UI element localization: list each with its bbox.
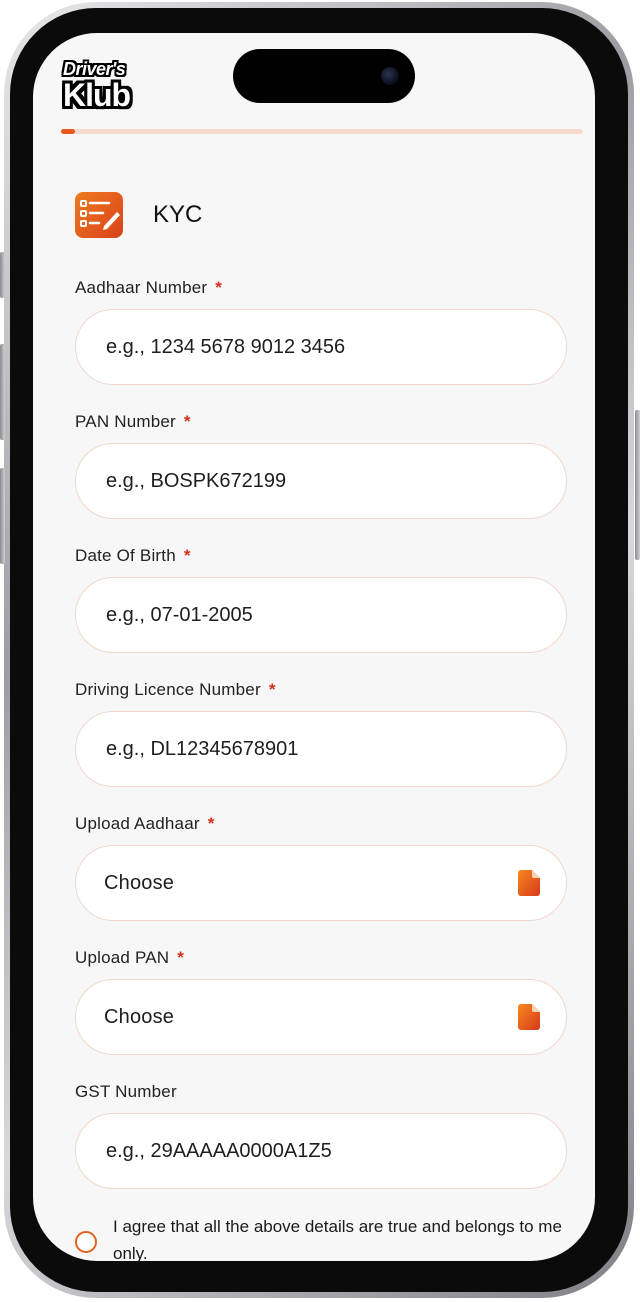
logo-bottom-text: Klub xyxy=(63,77,131,113)
agreement-text: I agree that all the above details are t… xyxy=(113,1217,562,1261)
driving-licence-label-text: Driving Licence Number xyxy=(75,680,261,699)
upload-pan-choose-text: Choose xyxy=(104,1005,175,1028)
volume-down-button xyxy=(0,468,5,564)
aadhaar-number-label-text: Aadhaar Number xyxy=(75,278,208,297)
brand-logo: Driver's Klub xyxy=(61,55,153,115)
required-mark: * xyxy=(177,948,185,967)
required-mark: * xyxy=(183,546,191,565)
kyc-form-icon xyxy=(75,192,123,238)
driving-licence-label: Driving Licence Number * xyxy=(75,675,567,705)
dynamic-island xyxy=(233,49,415,103)
upload-pan-label-text: Upload PAN xyxy=(75,948,170,967)
aadhaar-number-field-wrapper xyxy=(75,309,567,385)
date-of-birth-field-group: Date Of Birth * xyxy=(75,541,567,653)
progress-fill xyxy=(61,129,76,134)
file-icon xyxy=(518,1004,540,1030)
gst-number-field-wrapper xyxy=(75,1113,567,1189)
upload-aadhaar-label: Upload Aadhaar * xyxy=(75,809,567,839)
section-header: KYC xyxy=(75,191,202,239)
upload-aadhaar-file-picker[interactable]: Choose xyxy=(75,845,567,921)
page-title: KYC xyxy=(153,201,203,228)
pan-number-label: PAN Number * xyxy=(75,407,567,437)
onboarding-progress-bar xyxy=(61,129,583,134)
pan-number-label-text: PAN Number xyxy=(75,412,176,431)
volume-up-button xyxy=(0,344,5,440)
file-icon xyxy=(518,870,540,896)
gst-number-input[interactable] xyxy=(104,1138,540,1164)
date-of-birth-label: Date Of Birth * xyxy=(75,541,567,571)
date-of-birth-label-text: Date Of Birth xyxy=(75,546,176,565)
aadhaar-number-field-group: Aadhaar Number * xyxy=(75,273,567,385)
pan-number-field-group: PAN Number * xyxy=(75,407,567,519)
driving-licence-field-group: Driving Licence Number * xyxy=(75,675,567,787)
mute-switch xyxy=(0,252,5,298)
required-mark: * xyxy=(207,814,215,833)
date-of-birth-input[interactable] xyxy=(104,602,540,628)
upload-aadhaar-label-text: Upload Aadhaar xyxy=(75,814,200,833)
front-camera-icon xyxy=(381,67,399,85)
date-of-birth-field-wrapper xyxy=(75,577,567,653)
kyc-form: Aadhaar Number * PAN Number * Date Of Birt… xyxy=(75,273,567,1211)
app-screen: Driver's Klub KYC Aadhaar Number * e.g.,… xyxy=(33,33,595,1261)
upload-pan-file-picker[interactable]: Choose xyxy=(75,979,567,1055)
aadhaar-number-label: Aadhaar Number * xyxy=(75,273,567,303)
aadhaar-number-input[interactable] xyxy=(104,334,540,360)
driving-licence-input[interactable] xyxy=(104,736,540,762)
pan-number-field-wrapper xyxy=(75,443,567,519)
agreement-row: I agree that all the above details are t… xyxy=(75,1213,567,1261)
upload-aadhaar-field-group: Upload Aadhaar * Choose xyxy=(75,809,567,921)
upload-aadhaar-choose-text: Choose xyxy=(104,871,175,894)
required-mark: * xyxy=(183,412,191,431)
pan-number-input[interactable] xyxy=(104,468,540,494)
driving-licence-field-wrapper xyxy=(75,711,567,787)
power-button xyxy=(635,410,640,560)
upload-pan-label: Upload PAN * xyxy=(75,943,567,973)
agreement-radio-button[interactable] xyxy=(75,1231,97,1253)
required-mark: * xyxy=(268,680,276,699)
required-mark: * xyxy=(215,278,223,297)
gst-number-field-group: GST Number xyxy=(75,1077,567,1189)
gst-number-label: GST Number xyxy=(75,1082,177,1101)
upload-pan-field-group: Upload PAN * Choose xyxy=(75,943,567,1055)
